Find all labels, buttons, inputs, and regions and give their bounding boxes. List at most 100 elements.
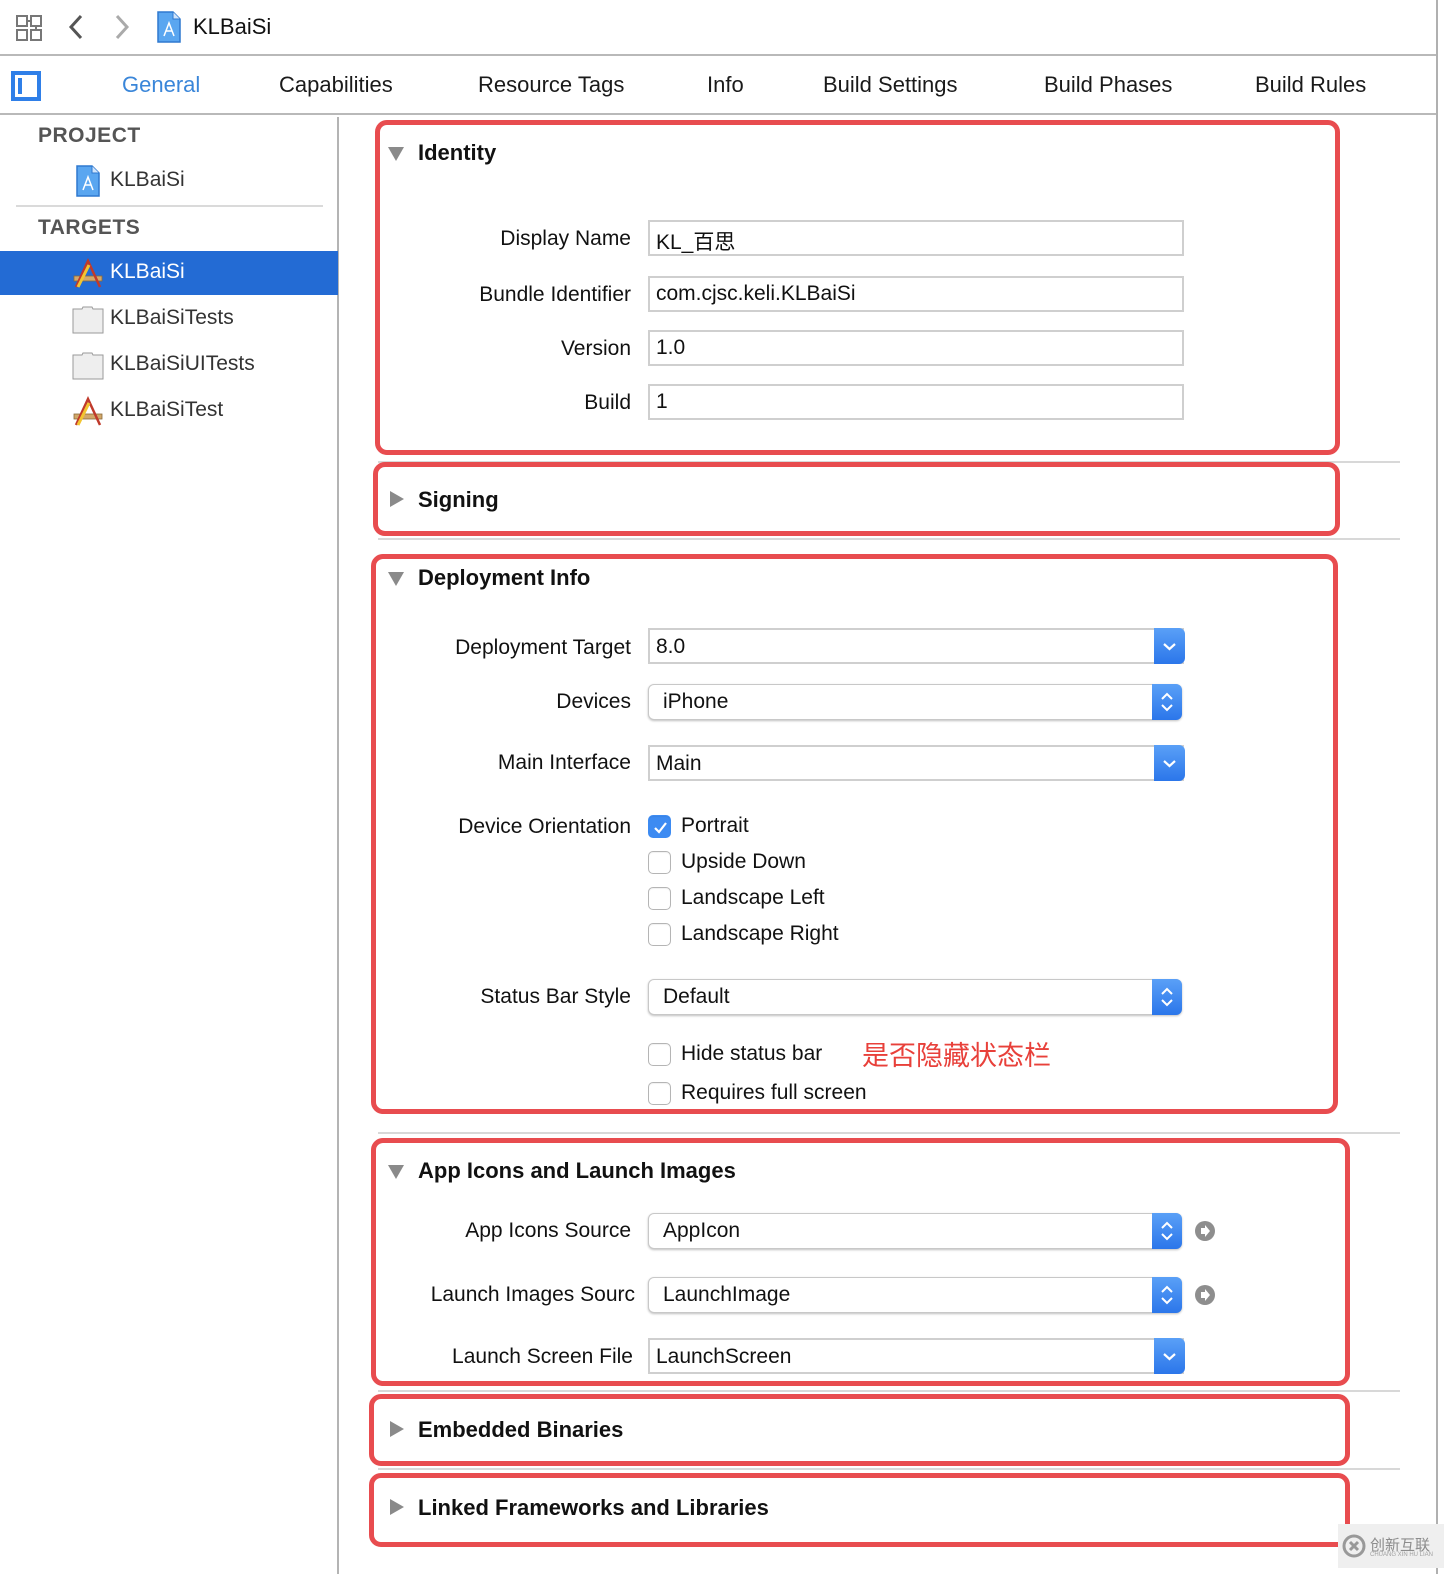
disclosure-open-icon[interactable] [388,1165,404,1179]
breadcrumb-project[interactable]: KLBaiSi [193,14,271,40]
launch-screen-file-combobox[interactable]: LaunchScreen [648,1338,1185,1374]
version-label: Version [560,337,631,360]
upside-down-checkbox[interactable] [648,851,671,874]
disclosure-open-icon[interactable] [388,147,404,161]
chevron-down-icon [1163,760,1176,768]
app-icons-source-label: App Icons Source [465,1219,631,1242]
forward-chevron-icon[interactable] [112,12,132,42]
upside-down-label[interactable]: Upside Down [681,850,806,874]
tab-general[interactable]: General [122,72,200,98]
app-icons-source-value: AppIcon [663,1219,741,1242]
section-divider [378,461,1400,463]
launch-images-source-label: Launch Images Sourc [430,1283,635,1306]
build-field[interactable]: 1 [648,384,1184,420]
requires-full-screen-label[interactable]: Requires full screen [681,1081,867,1105]
sidebar-item-label: KLBaiSi [110,168,185,191]
sidebar-item-label: KLBaiSiTests [110,306,234,329]
disclosure-closed-icon[interactable] [390,1421,404,1437]
status-bar-style-popup[interactable]: Default [648,979,1182,1015]
combo-dropdown-button[interactable] [1154,745,1185,781]
signing-section-title[interactable]: Signing [418,487,499,513]
up-down-chevron-icon [1161,1221,1173,1241]
landscape-left-checkbox[interactable] [648,887,671,910]
watermark-subtext: CHUANG XIN HU LIAN [1370,1552,1434,1558]
related-items-grid-icon[interactable] [16,15,42,41]
status-bar-style-label: Status Bar Style [480,985,631,1008]
app-icons-source-popup[interactable]: AppIcon [648,1213,1182,1249]
sidebar-item-target-test[interactable]: KLBaiSiTest [0,389,338,433]
launch-images-source-popup[interactable]: LaunchImage [648,1277,1182,1313]
tab-build-phases[interactable]: Build Phases [1044,72,1172,98]
tab-build-settings[interactable]: Build Settings [823,72,958,98]
deployment-info-section-title[interactable]: Deployment Info [418,565,590,591]
combo-dropdown-button[interactable] [1154,1338,1185,1374]
targets-section-header: TARGETS [38,216,141,239]
tab-resource-tags[interactable]: Resource Tags [478,72,624,98]
devices-value: iPhone [663,690,729,713]
sidebar-toggle-icon[interactable] [11,71,41,101]
landscape-right-checkbox[interactable] [648,923,671,946]
main-interface-value: Main [656,752,702,775]
watermark-logo-icon [1342,1534,1366,1558]
landscape-left-label[interactable]: Landscape Left [681,886,825,910]
sidebar-item-label: KLBaiSiTest [110,398,224,421]
popup-stepper-button[interactable] [1152,979,1182,1015]
section-divider [378,538,1400,540]
embedded-binaries-section-title[interactable]: Embedded Binaries [418,1417,623,1443]
sidebar-item-label: KLBaiSi [110,260,185,283]
section-divider [378,1132,1400,1134]
deployment-target-combobox[interactable]: 8.0 [648,628,1185,664]
portrait-checkbox[interactable] [648,815,671,838]
popup-stepper-button[interactable] [1152,684,1182,720]
launch-screen-file-value: LaunchScreen [656,1345,792,1368]
devices-popup[interactable]: iPhone [648,684,1182,720]
sidebar-divider [16,205,323,207]
hide-status-bar-label[interactable]: Hide status bar [681,1042,822,1066]
bundle-identifier-field[interactable]: com.cjsc.keli.KLBaiSi [648,276,1184,312]
app-target-icon [73,396,103,426]
launch-screen-file-label: Launch Screen File [452,1345,633,1368]
sidebar-item-target-uitests[interactable]: KLBaiSiUITests [0,343,338,387]
tab-info[interactable]: Info [707,72,744,98]
project-section-header: PROJECT [38,124,141,147]
window-edge [1436,0,1438,1574]
disclosure-open-icon[interactable] [388,572,404,586]
highlight-box-signing [373,462,1340,536]
device-orientation-label: Device Orientation [458,815,631,838]
up-down-chevron-icon [1161,692,1173,712]
combo-dropdown-button[interactable] [1154,628,1185,664]
status-bar-style-value: Default [663,985,730,1008]
checkmark-icon [654,822,667,834]
version-field[interactable]: 1.0 [648,330,1184,366]
disclosure-closed-icon[interactable] [390,491,404,507]
deployment-target-label: Deployment Target [455,636,631,659]
up-down-chevron-icon [1161,1285,1173,1305]
identity-section-title[interactable]: Identity [418,140,496,166]
popup-stepper-button[interactable] [1152,1213,1182,1249]
sidebar-item-project[interactable]: KLBaiSi [0,159,338,203]
deployment-target-value: 8.0 [656,635,686,658]
linked-frameworks-section-title[interactable]: Linked Frameworks and Libraries [418,1495,769,1521]
popup-stepper-button[interactable] [1152,1277,1182,1313]
landscape-right-label[interactable]: Landscape Right [681,922,839,946]
app-icons-section-title[interactable]: App Icons and Launch Images [418,1158,736,1184]
hide-status-bar-checkbox[interactable] [648,1043,671,1066]
app-target-icon [73,258,103,288]
go-to-asset-arrow-icon[interactable] [1195,1221,1215,1241]
sidebar-item-target-klbaisi[interactable]: KLBaiSi [0,251,338,295]
go-to-asset-arrow-icon[interactable] [1195,1285,1215,1305]
build-label: Build [584,391,631,414]
editor-tab-bar: General Capabilities Resource Tags Info … [0,58,1438,115]
sidebar-item-target-tests[interactable]: KLBaiSiTests [0,297,338,341]
tab-capabilities[interactable]: Capabilities [279,72,393,98]
up-down-chevron-icon [1161,987,1173,1007]
disclosure-closed-icon[interactable] [390,1499,404,1515]
tab-build-rules[interactable]: Build Rules [1255,72,1366,98]
portrait-label[interactable]: Portrait [681,814,749,838]
main-interface-combobox[interactable]: Main [648,745,1185,781]
toolbar: KLBaiSi [0,0,1438,56]
display-name-field[interactable]: KL_百思 [648,220,1184,256]
back-chevron-icon[interactable] [66,12,86,42]
project-file-icon [76,165,100,197]
requires-full-screen-checkbox[interactable] [648,1082,671,1105]
